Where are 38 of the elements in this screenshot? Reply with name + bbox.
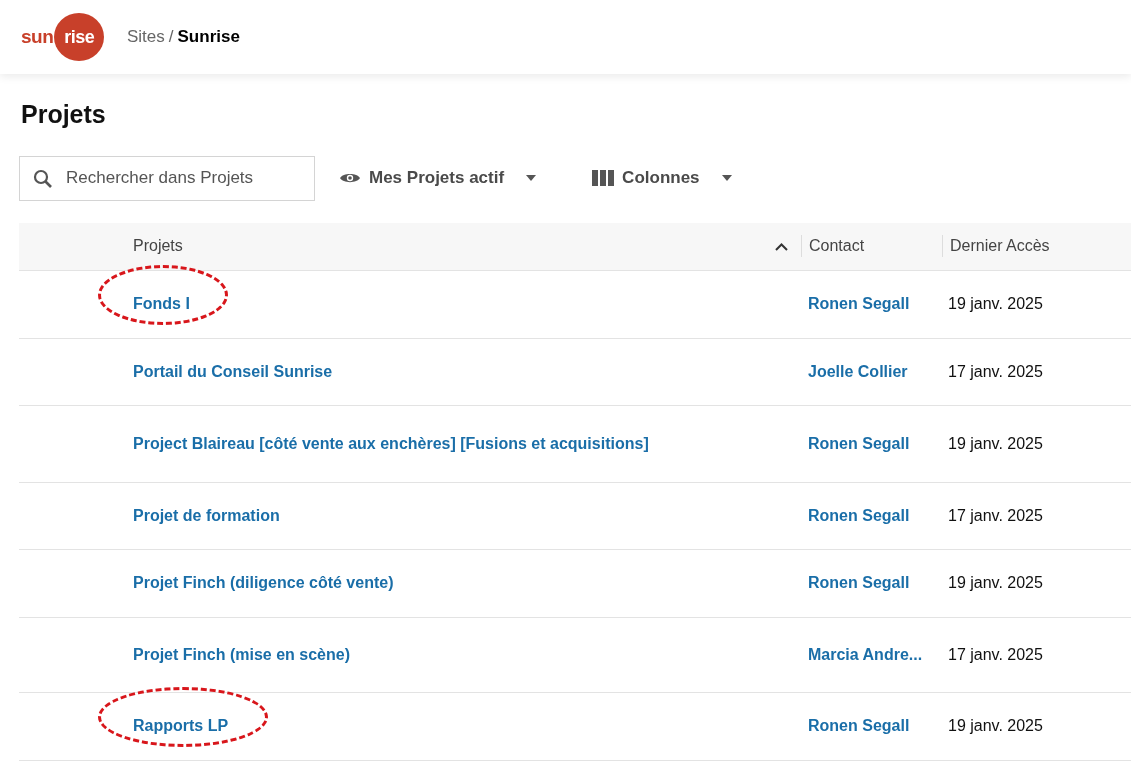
project-link[interactable]: Fonds I (133, 292, 190, 316)
date-text: 19 janv. 2025 (948, 574, 1043, 591)
contact-link[interactable]: Ronen Segall (808, 574, 910, 591)
date-text: 17 janv. 2025 (948, 645, 1043, 663)
date-text: 19 janv. 2025 (948, 717, 1043, 734)
columns-dropdown[interactable]: Colonnes (592, 165, 732, 191)
breadcrumb-separator: / (168, 26, 174, 49)
logo-text: sun (21, 24, 54, 49)
sort-ascending-icon[interactable] (775, 242, 788, 251)
project-link[interactable]: Rapports LP (133, 714, 229, 738)
breadcrumb-current: Sunrise (177, 26, 240, 49)
project-link[interactable]: Projet Finch (mise en scène) (133, 642, 350, 667)
column-header[interactable]: Projets (133, 234, 183, 258)
contact-link[interactable]: Joelle Collier (808, 362, 908, 380)
filter-dropdown[interactable]: Mes Projets actif (339, 165, 537, 191)
search-field[interactable]: Rechercher dans Projets (19, 155, 315, 201)
contact-link[interactable]: Ronen Segall (808, 295, 910, 312)
columns-icon (592, 170, 615, 186)
caret-icon (526, 175, 537, 181)
caret-icon (721, 175, 732, 181)
contact-link[interactable]: Ronen Segall (808, 506, 910, 524)
project-link[interactable]: Portail du Conseil Sunrise (133, 359, 333, 384)
project-link[interactable]: Project Blaireau [côté vente aux enchères] [Fusions et acquisitions] (133, 431, 649, 456)
eye-icon (339, 171, 361, 185)
logo-text: rise (54, 13, 105, 61)
contact-link[interactable]: Ronen Segall (808, 717, 910, 734)
page-title: Projets (21, 99, 107, 130)
contact-link[interactable]: Marcia Andre... (808, 645, 923, 663)
breadcrumb-link[interactable]: Sites (127, 24, 165, 50)
contact-link[interactable]: Ronen Segall (808, 434, 910, 452)
date-text: 19 janv. 2025 (948, 295, 1043, 312)
date-text: 19 janv. 2025 (948, 434, 1043, 452)
project-link[interactable]: Projet de formation (133, 503, 280, 528)
column-header[interactable]: Dernier Accès (950, 234, 1050, 258)
date-text: 17 janv. 2025 (948, 506, 1043, 524)
project-link[interactable]: Projet Finch (diligence côté vente) (133, 571, 394, 595)
date-text: 17 janv. 2025 (948, 362, 1043, 380)
column-header[interactable]: Contact (809, 234, 865, 258)
